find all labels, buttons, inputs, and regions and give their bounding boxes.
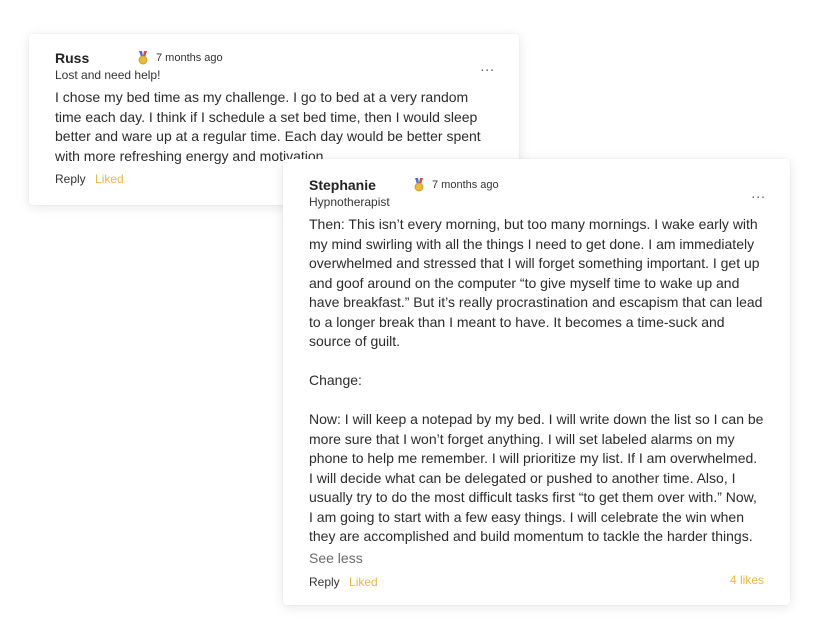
- author-name[interactable]: Stephanie: [309, 177, 376, 193]
- see-less-link[interactable]: See less: [309, 549, 764, 568]
- medal-icon: [413, 178, 425, 192]
- comment-timestamp: 7 months ago: [432, 179, 499, 191]
- comment-paragraph: I chose my bed time as my challenge. I g…: [55, 89, 481, 164]
- author-role: Lost and need help!: [55, 68, 161, 82]
- medal-icon: [137, 51, 149, 65]
- like-button[interactable]: Liked: [349, 575, 378, 589]
- author-name[interactable]: Russ: [55, 50, 89, 66]
- author-role: Hypnotherapist: [309, 195, 390, 209]
- comment-body: I chose my bed time as my challenge. I g…: [55, 88, 493, 166]
- comment-body: Then: This isn’t every morning, but too …: [309, 215, 764, 547]
- comment-paragraph: Change:: [309, 372, 362, 388]
- more-options-button[interactable]: ...: [751, 185, 766, 201]
- comment-header: Russ 7 months ago ...: [55, 50, 494, 74]
- comment-timestamp: 7 months ago: [156, 52, 223, 64]
- comment-card-stephanie: Stephanie 7 months ago ... Hypnotherapis…: [283, 159, 790, 605]
- comment-paragraph: Now: I will keep a notepad by my bed. I …: [309, 411, 764, 544]
- comment-actions: Reply Liked: [55, 172, 124, 186]
- like-button[interactable]: Liked: [95, 172, 124, 186]
- more-options-button[interactable]: ...: [480, 58, 495, 74]
- reply-button[interactable]: Reply: [309, 575, 340, 589]
- comment-actions: Reply Liked: [309, 575, 378, 589]
- reply-button[interactable]: Reply: [55, 172, 86, 186]
- comment-paragraph: Then: This isn’t every morning, but too …: [309, 216, 763, 349]
- likes-count[interactable]: 4 likes: [730, 573, 764, 587]
- comment-header: Stephanie 7 months ago ...: [309, 177, 765, 201]
